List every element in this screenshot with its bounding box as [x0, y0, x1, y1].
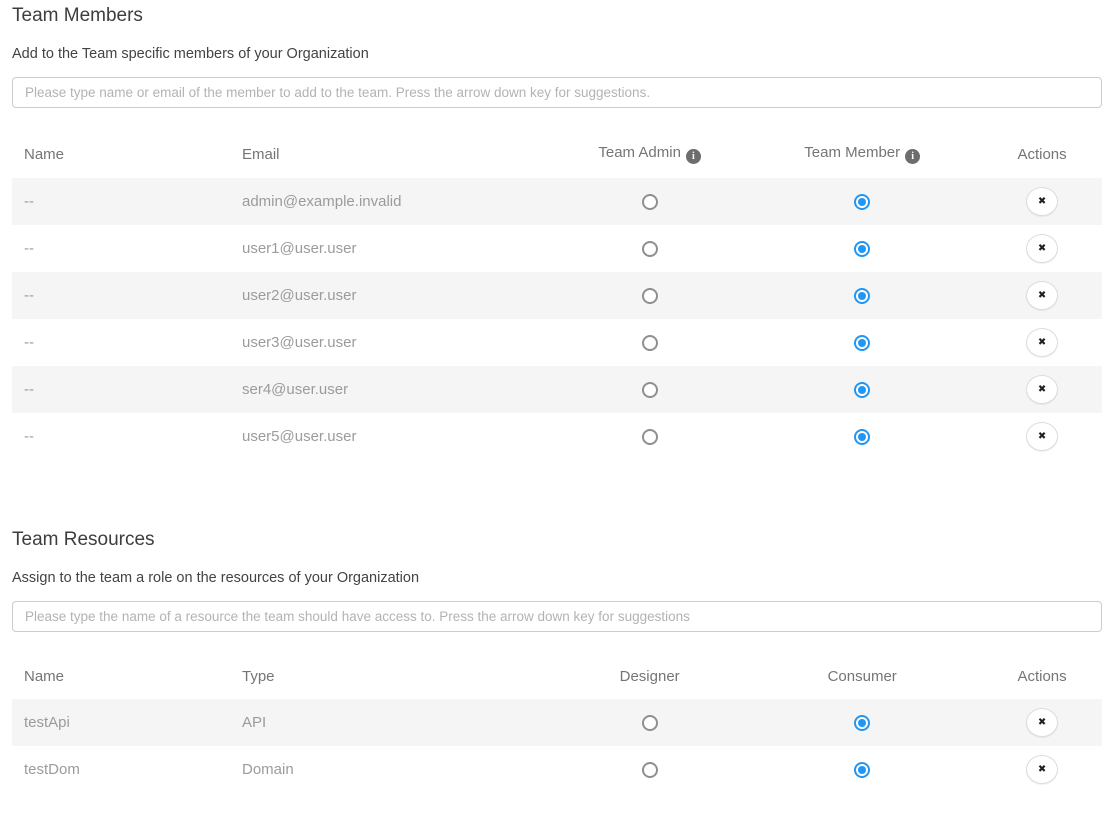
- member-row: -- user2@user.user ✖: [12, 272, 1102, 319]
- team-member-radio[interactable]: [854, 382, 870, 398]
- radio-dot: [858, 198, 866, 206]
- member-name: --: [24, 381, 34, 398]
- team-admin-radio[interactable]: [642, 241, 658, 257]
- member-row: -- ser4@user.user ✖: [12, 366, 1102, 413]
- col-label-email: Email: [242, 146, 280, 163]
- team-resources-subtitle: Assign to the team a role on the resourc…: [12, 570, 1102, 586]
- team-members-section: Team Members Add to the Team specific me…: [12, 2, 1102, 460]
- member-email: admin@example.invalid: [242, 193, 401, 210]
- team-members-title: Team Members: [12, 2, 1102, 27]
- remove-member-button[interactable]: ✖: [1026, 234, 1058, 263]
- team-member-radio[interactable]: [854, 335, 870, 351]
- resource-type: API: [242, 714, 266, 731]
- team-admin-radio[interactable]: [642, 382, 658, 398]
- member-email: user5@user.user: [242, 428, 356, 445]
- col-label-consumer: Consumer: [828, 668, 897, 685]
- remove-x-icon: ✖: [1038, 337, 1046, 348]
- member-name: --: [24, 287, 34, 304]
- resources-table: Name Type Designer Consumer Actions: [12, 658, 1102, 793]
- member-row: -- user5@user.user ✖: [12, 413, 1102, 460]
- resources-col-designer: Designer: [557, 658, 742, 699]
- col-label-designer: Designer: [620, 668, 680, 685]
- remove-x-icon: ✖: [1038, 243, 1046, 254]
- team-member-radio[interactable]: [854, 288, 870, 304]
- resources-col-name: Name: [12, 658, 230, 699]
- team-admin-info-icon[interactable]: i: [686, 149, 701, 164]
- team-settings-page: Team Members Add to the Team specific me…: [0, 0, 1114, 813]
- member-email: ser4@user.user: [242, 381, 348, 398]
- team-resources-section: Team Resources Assign to the team a role…: [12, 526, 1102, 793]
- consumer-radio[interactable]: [854, 715, 870, 731]
- radio-dot: [858, 766, 866, 774]
- members-header-row: Name Email Team Admin i Team Member i Acti…: [12, 134, 1102, 178]
- resources-header-row: Name Type Designer Consumer Actions: [12, 658, 1102, 699]
- remove-x-icon: ✖: [1038, 431, 1046, 442]
- team-admin-radio[interactable]: [642, 429, 658, 445]
- resource-typeahead-input[interactable]: [12, 601, 1102, 632]
- remove-resource-button[interactable]: ✖: [1026, 708, 1058, 737]
- radio-dot: [858, 433, 866, 441]
- members-col-actions: Actions: [982, 134, 1102, 178]
- member-name: --: [24, 334, 34, 351]
- designer-radio[interactable]: [642, 762, 658, 778]
- remove-x-icon: ✖: [1038, 764, 1046, 775]
- remove-resource-button[interactable]: ✖: [1026, 755, 1058, 784]
- members-col-team-member: Team Member i: [742, 134, 982, 178]
- remove-member-button[interactable]: ✖: [1026, 328, 1058, 357]
- team-admin-radio[interactable]: [642, 335, 658, 351]
- resource-row: testApi API ✖: [12, 699, 1102, 746]
- member-name: --: [24, 240, 34, 257]
- resource-type: Domain: [242, 761, 294, 778]
- member-name: --: [24, 428, 34, 445]
- member-email: user2@user.user: [242, 287, 356, 304]
- team-admin-radio[interactable]: [642, 194, 658, 210]
- member-typeahead-input[interactable]: [12, 77, 1102, 108]
- team-resources-title: Team Resources: [12, 526, 1102, 551]
- consumer-radio[interactable]: [854, 762, 870, 778]
- remove-member-button[interactable]: ✖: [1026, 187, 1058, 216]
- team-member-radio[interactable]: [854, 429, 870, 445]
- remove-x-icon: ✖: [1038, 717, 1046, 728]
- col-label-team-member: Team Member: [804, 144, 900, 161]
- designer-radio[interactable]: [642, 715, 658, 731]
- resource-name: testApi: [24, 714, 70, 731]
- remove-x-icon: ✖: [1038, 384, 1046, 395]
- col-label-name: Name: [24, 146, 64, 163]
- col-label-actions: Actions: [1017, 146, 1066, 163]
- members-col-team-admin: Team Admin i: [557, 134, 742, 178]
- member-email: user3@user.user: [242, 334, 356, 351]
- team-members-subtitle: Add to the Team specific members of your…: [12, 46, 1102, 62]
- member-row: -- user3@user.user ✖: [12, 319, 1102, 366]
- member-row: -- user1@user.user ✖: [12, 225, 1102, 272]
- member-row: -- admin@example.invalid ✖: [12, 178, 1102, 225]
- col-label-actions: Actions: [1017, 668, 1066, 685]
- members-col-email: Email: [230, 134, 557, 178]
- team-admin-radio[interactable]: [642, 288, 658, 304]
- resources-col-actions: Actions: [982, 658, 1102, 699]
- team-member-radio[interactable]: [854, 194, 870, 210]
- remove-x-icon: ✖: [1038, 290, 1046, 301]
- radio-dot: [858, 339, 866, 347]
- radio-dot: [858, 245, 866, 253]
- col-label-type: Type: [242, 668, 275, 685]
- radio-dot: [858, 719, 866, 727]
- remove-member-button[interactable]: ✖: [1026, 422, 1058, 451]
- radio-dot: [858, 292, 866, 300]
- remove-member-button[interactable]: ✖: [1026, 281, 1058, 310]
- col-label-name: Name: [24, 668, 64, 685]
- team-member-info-icon[interactable]: i: [905, 149, 920, 164]
- member-email: user1@user.user: [242, 240, 356, 257]
- resources-col-consumer: Consumer: [742, 658, 982, 699]
- member-name: --: [24, 193, 34, 210]
- members-table: Name Email Team Admin i Team Member i Acti…: [12, 134, 1102, 460]
- remove-x-icon: ✖: [1038, 196, 1046, 207]
- team-member-radio[interactable]: [854, 241, 870, 257]
- remove-member-button[interactable]: ✖: [1026, 375, 1058, 404]
- col-label-team-admin: Team Admin: [598, 144, 681, 161]
- radio-dot: [858, 386, 866, 394]
- resource-row: testDom Domain ✖: [12, 746, 1102, 793]
- members-col-name: Name: [12, 134, 230, 178]
- resource-name: testDom: [24, 761, 80, 778]
- resources-col-type: Type: [230, 658, 557, 699]
